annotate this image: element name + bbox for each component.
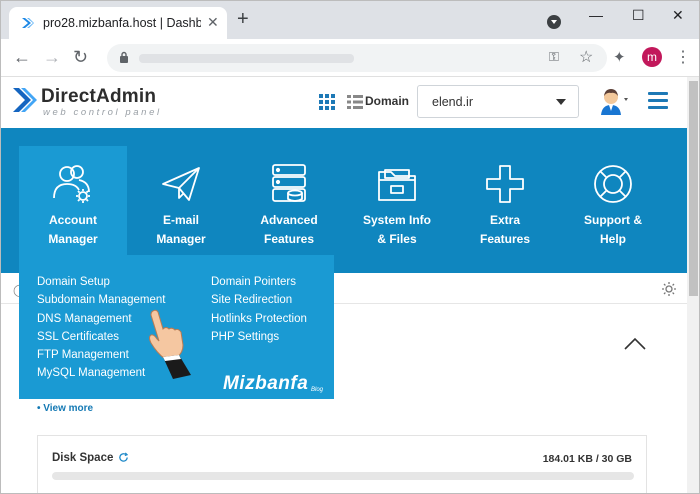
logo-title: DirectAdmin: [41, 86, 157, 107]
window-close-button[interactable]: ✕: [672, 7, 684, 24]
nav-extra-features[interactable]: Extra Features: [451, 128, 559, 255]
server-database-icon: [272, 164, 306, 202]
nav-label: Advanced Features: [260, 213, 318, 246]
reload-button[interactable]: ↻: [73, 47, 88, 68]
disk-usage-progress-bar: [52, 472, 634, 480]
plus-icon: [486, 165, 524, 203]
nav-label: Account Manager: [48, 213, 98, 246]
nav-label: Extra Features: [479, 213, 531, 246]
nav-system-info-files[interactable]: System Info & Files: [343, 128, 451, 255]
pointing-hand-icon: [149, 309, 191, 379]
minimize-button[interactable]: —: [589, 7, 603, 23]
nav-email-manager[interactable]: E-mail Manager: [127, 128, 235, 255]
folder-icon: [378, 169, 416, 201]
extensions-icon[interactable]: ✦: [613, 48, 626, 66]
nav-advanced-features[interactable]: Advanced Features: [235, 128, 343, 255]
nav-support-help[interactable]: Support & Help: [559, 128, 667, 255]
submenu-item-php-settings[interactable]: PHP Settings: [211, 328, 307, 346]
list-view-icon[interactable]: [347, 94, 363, 110]
bookmark-star-icon[interactable]: ☆: [579, 47, 593, 67]
url-bar[interactable]: ⚿ ☆: [107, 44, 607, 72]
hamburger-menu-icon[interactable]: [648, 92, 668, 110]
page-scrollbar-thumb[interactable]: [689, 81, 698, 296]
user-avatar-icon[interactable]: [599, 87, 631, 115]
submenu-item-hotlinks-protection[interactable]: Hotlinks Protection: [211, 310, 307, 328]
nav-account-manager[interactable]: Account Manager: [19, 146, 127, 273]
tab-title: pro28.mizbanfa.host | Dashboard: [43, 16, 201, 30]
view-more-link[interactable]: • View more: [37, 403, 93, 414]
account-manager-icon: [53, 165, 90, 203]
directadmin-favicon-icon: [22, 18, 34, 28]
settings-gear-icon[interactable]: [661, 281, 677, 297]
address-toolbar: ← → ↻ ⚿ ☆ ✦ m ⋮: [1, 39, 699, 77]
tab-strip: pro28.mizbanfa.host | Dashboard ✕ + — ☐ …: [1, 1, 699, 39]
mizbanfa-watermark-sub: Blog: [311, 387, 324, 393]
url-text-redacted: [139, 54, 354, 63]
mizbanfa-watermark: Mizbanfa: [223, 373, 309, 394]
grid-view-icon[interactable]: [319, 94, 335, 110]
directadmin-header: DirectAdmin web control panel Domain ele…: [1, 77, 687, 128]
browser-tab[interactable]: pro28.mizbanfa.host | Dashboard ✕: [9, 7, 227, 39]
submenu-item-domain-setup[interactable]: Domain Setup: [37, 273, 166, 291]
main-navigation: Account Manager E-mail Manager Advanced …: [1, 128, 687, 273]
directadmin-logo-icon[interactable]: [11, 85, 37, 115]
new-tab-button[interactable]: +: [237, 9, 249, 29]
profile-avatar[interactable]: m: [642, 47, 662, 67]
paper-plane-icon: [162, 167, 200, 201]
submenu-right-column: Domain Pointers Site Redirection Hotlink…: [211, 273, 307, 346]
disk-space-label: Disk Space: [52, 452, 114, 464]
submenu-item-domain-pointers[interactable]: Domain Pointers: [211, 273, 307, 291]
domain-label: Domain: [365, 94, 410, 108]
disk-space-card: Disk Space 184.01 KB / 30 GB: [37, 435, 647, 493]
chevron-down-icon: [556, 99, 566, 105]
forward-button[interactable]: →: [43, 47, 61, 68]
nav-label: System Info & Files: [362, 213, 431, 246]
chevron-up-icon[interactable]: [623, 337, 647, 351]
maximize-button[interactable]: ☐: [632, 7, 645, 24]
tab-close-icon[interactable]: ✕: [207, 14, 219, 31]
submenu-item-site-redirection[interactable]: Site Redirection: [211, 291, 307, 309]
lock-icon: [120, 51, 128, 63]
nav-label: E-mail Manager: [156, 213, 206, 246]
back-button[interactable]: ←: [13, 47, 31, 68]
key-icon[interactable]: ⚿: [549, 49, 559, 65]
lifebuoy-icon: [594, 165, 632, 203]
refresh-icon[interactable]: [118, 452, 129, 463]
domain-select[interactable]: elend.ir: [417, 85, 579, 118]
logo-subtitle: web control panel: [43, 107, 162, 118]
disk-space-value: 184.01 KB / 30 GB: [542, 453, 632, 465]
nav-label: Support & Help: [584, 213, 642, 246]
browser-menu-icon[interactable]: ⋮: [675, 47, 691, 67]
tab-search-icon[interactable]: [547, 15, 561, 29]
domain-select-value: elend.ir: [432, 95, 473, 109]
browser-window: pro28.mizbanfa.host | Dashboard ✕ + — ☐ …: [0, 0, 700, 494]
